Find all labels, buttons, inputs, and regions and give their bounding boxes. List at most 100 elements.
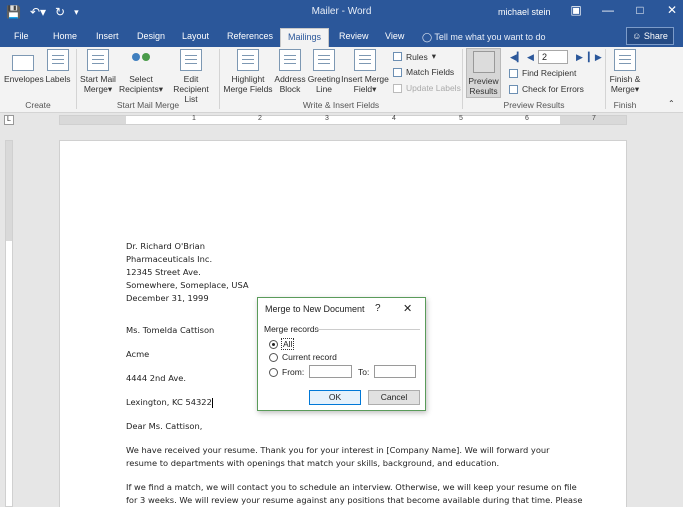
to-input[interactable] [374,365,416,378]
ruler-mark-4: 4 [392,115,396,122]
share-button[interactable]: ☺ Share [626,27,674,45]
ok-button[interactable]: OK [309,390,361,405]
start-mail-merge-label-2: Merge▾ [83,84,113,94]
group-write-insert: Write & Insert Fields [302,100,380,110]
finish-merge-button[interactable]: Finish & Merge▾ [607,49,643,94]
greeting-line-button[interactable]: Greeting Line [307,49,341,94]
select-recipients-label-2: Recipients▾ [119,84,163,94]
ruler-mark-7: 7 [592,115,596,122]
last-record-icon[interactable]: ▎▶ [588,52,602,63]
tab-references[interactable]: References [223,29,277,47]
horizontal-ruler[interactable]: 1 2 3 4 5 6 7 [59,115,627,125]
tab-design[interactable]: Design [133,29,169,47]
envelope-icon [12,55,34,71]
address-label-1: Address [274,74,306,84]
tab-review[interactable]: Review [335,29,373,47]
edit-recipient-list-button[interactable]: Edit Recipient List [166,49,216,104]
insert-field-icon [354,49,376,71]
radio-button-icon [269,367,278,377]
sender-line: Pharmaceuticals Inc. [126,254,213,264]
update-labels-button[interactable]: Update Labels [393,83,461,93]
highlight-merge-fields-button[interactable]: Highlight Merge Fields [223,49,273,94]
address-label-2: Block [279,84,301,94]
cancel-button[interactable]: Cancel [368,390,420,405]
paragraph-2-line-2: for 3 weeks. We will review your resume … [126,495,583,505]
ribbon-tabs: File Home Insert Design Layout Reference… [0,25,683,47]
to-label: To: [358,367,370,377]
lightbulb-icon: ◯ [422,32,433,42]
labels-icon [47,49,69,71]
close-icon[interactable]: ✕ [403,302,412,315]
check-errors-icon [509,84,518,94]
person-icon: ☺ [632,31,642,41]
previous-record-icon[interactable]: ◀ [527,52,534,63]
next-record-icon[interactable]: ▶ [576,52,583,63]
labels-label: Labels [45,74,71,84]
insert-merge-label-1: Insert Merge [341,74,389,84]
from-input[interactable] [309,365,352,378]
tell-me-text: Tell me what you want to do [434,32,546,42]
minimize-icon[interactable]: — [601,3,615,17]
envelopes-button[interactable]: Envelopes [4,49,44,84]
user-name[interactable]: michael stein [498,7,551,17]
tab-view[interactable]: View [381,29,408,47]
finish-label-1: Finish & [609,74,641,84]
select-recipients-button[interactable]: Select Recipients▾ [118,49,164,94]
start-mail-merge-button[interactable]: Start Mail Merge▾ [80,49,116,94]
radio-current-record[interactable]: Current record [269,352,337,362]
paragraph-1-line-1: We have received your resume. Thank you … [126,445,550,455]
envelopes-label: Envelopes [4,74,44,84]
rules-button[interactable]: Rules ▾ [393,51,436,62]
preview-icon [472,51,495,73]
edit-recipient-label-1: Edit [183,74,199,84]
people-icon [130,49,152,71]
dialog-title: Merge to New Document [265,304,365,314]
maximize-icon[interactable]: □ [633,3,647,17]
tab-home[interactable]: Home [49,29,81,47]
find-recipient-button[interactable]: Find Recipient [509,68,576,78]
share-label: Share [643,31,668,41]
rules-icon [393,52,402,61]
tab-mailings[interactable]: Mailings [280,28,330,47]
radio-all[interactable]: All [269,338,295,350]
insert-merge-field-button[interactable]: Insert Merge Field▾ [341,49,389,94]
tell-me-search[interactable]: ◯ Tell me what you want to do [422,32,545,43]
find-recipient-icon [509,68,518,78]
window-controls: ▣ — □ ✕ [569,3,679,17]
salutation: Dear Ms. Cattison, [126,421,203,431]
collapse-ribbon-icon[interactable]: ⌃ [668,99,675,108]
ribbon-mailings: Envelopes Labels Create Start Mail Merge… [0,47,683,113]
group-start-mail-merge: Start Mail Merge [116,100,180,110]
select-recipients-label-1: Select [129,74,153,84]
address-block-button[interactable]: Address Block [274,49,306,94]
radio-button-icon [269,352,278,362]
ribbon-display-icon[interactable]: ▣ [569,3,583,17]
radio-from[interactable]: From: [269,367,304,377]
close-icon[interactable]: ✕ [665,3,679,17]
first-record-icon[interactable]: ◀▎ [510,52,524,63]
record-number-input[interactable]: 2 [538,50,568,64]
group-finish: Finish [613,100,637,110]
highlight-label-2: Merge Fields [223,84,273,94]
vertical-ruler[interactable] [5,140,13,507]
finish-merge-icon [614,49,636,71]
sender-line: Somewhere, Someplace, USA [126,280,249,290]
tab-insert[interactable]: Insert [92,29,123,47]
preview-results-button[interactable]: Preview Results [466,48,501,98]
radio-from-label: From: [282,367,305,377]
tab-file[interactable]: File [10,29,33,47]
radio-current-label: Current record [282,352,337,362]
highlight-icon [237,49,259,71]
group-create: Create [25,100,51,110]
tab-layout[interactable]: Layout [178,29,213,47]
check-errors-button[interactable]: Check for Errors [509,84,584,94]
start-mail-merge-icon [87,49,109,71]
match-fields-button[interactable]: Match Fields [393,67,454,77]
tab-selector[interactable]: L [4,115,14,125]
match-fields-icon [393,67,402,77]
radio-all-label: All [280,338,295,350]
help-icon[interactable]: ? [375,303,381,314]
ruler-mark-2: 2 [258,115,262,122]
labels-button[interactable]: Labels [44,49,72,84]
start-mail-merge-label-1: Start Mail [80,74,116,84]
